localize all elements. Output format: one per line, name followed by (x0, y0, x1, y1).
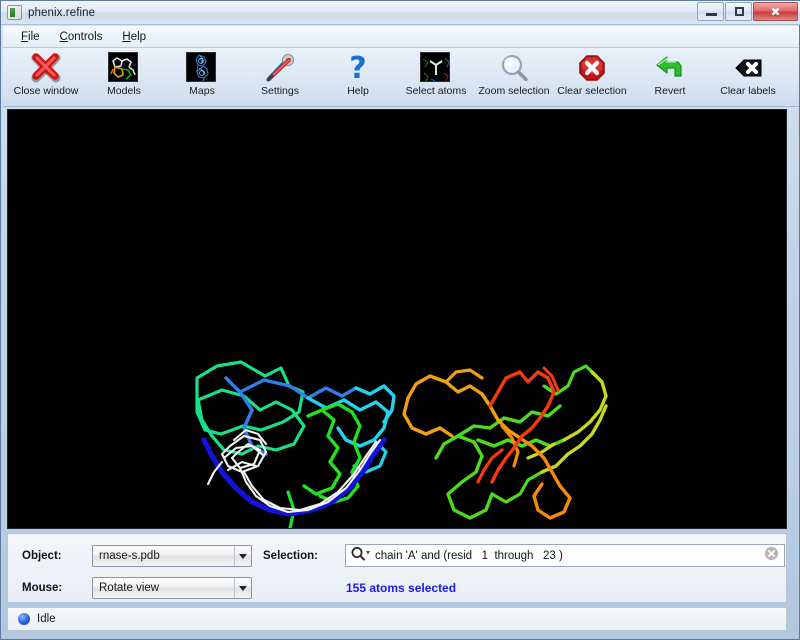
toolbar-button-revert[interactable]: Revert (631, 48, 709, 105)
selection-label: Selection: (263, 550, 318, 562)
title-bar: phenix.refine ✖ (1, 1, 800, 25)
toolbar-button-close-window[interactable]: Close window (7, 48, 85, 105)
toolbar-label-zoom-selection: Zoom selection (478, 85, 549, 97)
black-tag-x-icon (732, 52, 764, 84)
selection-input-value[interactable]: chain 'A' and (resid 1 through 23 ) (375, 550, 764, 562)
menu-file-label: ile (28, 31, 40, 43)
atoms-selected-count: 155 atoms selected (346, 581, 456, 595)
svg-text:?: ? (349, 52, 366, 84)
maps-thumbnail-icon (186, 52, 218, 84)
selection-search-field[interactable]: chain 'A' and (resid 1 through 23 ) (345, 544, 785, 567)
toolbar-button-clear-labels[interactable]: Clear labels (709, 48, 787, 105)
models-thumbnail-icon (108, 52, 140, 84)
restore-button[interactable] (725, 2, 752, 21)
toolbar-button-models[interactable]: Models (85, 48, 163, 105)
app-icon (7, 5, 22, 20)
question-mark-icon: ? (342, 52, 374, 84)
search-icon[interactable] (350, 546, 372, 566)
object-label: Object: (22, 550, 62, 562)
minimize-button[interactable] (697, 2, 724, 21)
window-controls: ✖ (697, 2, 798, 21)
close-button[interactable]: ✖ (753, 2, 798, 21)
menu-controls-label: ontrols (68, 31, 103, 43)
toolbar-label-close-window: Close window (14, 85, 79, 97)
toolbar-label-clear-selection: Clear selection (557, 85, 626, 97)
idle-indicator-icon (18, 613, 30, 625)
select-atoms-thumbnail-icon (420, 52, 452, 84)
toolbar-button-settings[interactable]: Settings (241, 48, 319, 105)
menu-file[interactable]: File (11, 29, 50, 45)
toolbar-label-maps: Maps (189, 85, 215, 97)
window-title: phenix.refine (28, 7, 95, 19)
menu-bar: File Controls Help (3, 26, 799, 48)
mouse-mode-dropdown-value: Rotate view (93, 582, 234, 594)
red-octagon-x-icon (576, 52, 608, 84)
toolbar-label-help: Help (347, 85, 369, 97)
molecular-viewport[interactable] (7, 109, 787, 529)
menu-help[interactable]: Help (112, 29, 156, 45)
toolbar-button-help[interactable]: ? Help (319, 48, 397, 105)
status-text: Idle (37, 613, 56, 625)
toolbar-label-revert: Revert (655, 85, 686, 97)
application-window: phenix.refine ✖ File Controls Help (0, 0, 800, 640)
clear-icon[interactable] (764, 546, 779, 566)
red-x-icon (30, 52, 62, 84)
toolbar: Close window (3, 48, 799, 107)
toolbar-button-zoom-selection[interactable]: Zoom selection (475, 48, 553, 105)
close-icon: ✖ (754, 6, 797, 18)
mouse-label: Mouse: (22, 582, 62, 594)
toolbar-label-select-atoms: Select atoms (406, 85, 467, 97)
screwdriver-wrench-icon (264, 52, 296, 84)
object-dropdown[interactable]: rnase-s.pdb (92, 545, 252, 567)
structure-render (8, 110, 787, 529)
toolbar-button-clear-selection[interactable]: Clear selection (553, 48, 631, 105)
toolbar-button-maps[interactable]: Maps (163, 48, 241, 105)
menu-help-label: elp (131, 31, 146, 43)
toolbar-label-settings: Settings (261, 85, 299, 97)
chevron-down-icon (234, 578, 251, 598)
green-left-arrow-icon (654, 52, 686, 84)
toolbar-label-models: Models (107, 85, 141, 97)
mouse-mode-dropdown[interactable]: Rotate view (92, 577, 252, 599)
menu-controls[interactable]: Controls (50, 29, 113, 45)
magnifier-icon (498, 52, 530, 84)
chevron-down-icon (234, 546, 251, 566)
toolbar-button-select-atoms[interactable]: Select atoms (397, 48, 475, 105)
toolbar-label-clear-labels: Clear labels (720, 85, 775, 97)
object-dropdown-value: rnase-s.pdb (93, 550, 234, 562)
status-bar: Idle (7, 607, 787, 631)
